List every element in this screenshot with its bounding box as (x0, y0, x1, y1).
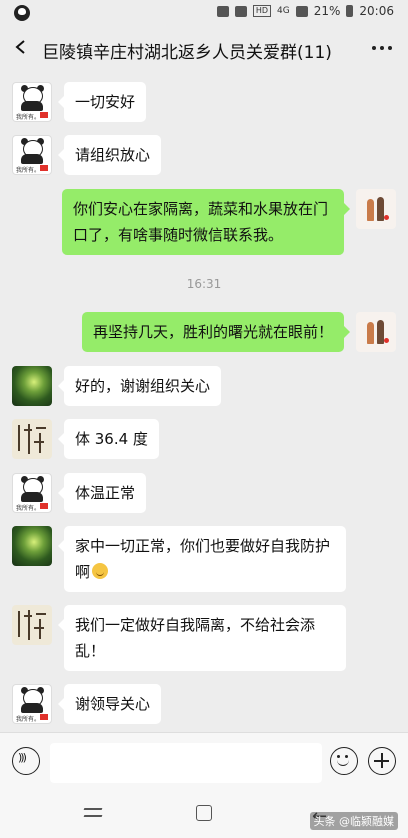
alarm-icon (234, 5, 247, 17)
message-list[interactable]: 我所有。 一切安好 我所有。 请组织放心 你们安心在家隔离，蔬菜和水果放在门口了… (0, 72, 408, 732)
plus-icon[interactable] (368, 747, 396, 775)
system-nav-bar: ← 头条 @临颍融媒 (0, 792, 408, 838)
input-bar (0, 732, 408, 793)
avatar[interactable]: 我所有。 (12, 135, 52, 175)
avatar[interactable] (12, 419, 52, 459)
message-bubble[interactable]: 一切安好 (57, 82, 147, 122)
avatar[interactable] (12, 605, 52, 645)
chat-title: 巨陵镇辛庄村湖北返乡人员关爱群(11) (42, 43, 332, 63)
message-bubble[interactable]: 体温正常 (57, 473, 147, 513)
battery-percent: 21% (313, 4, 341, 18)
chat-header: 巨陵镇辛庄村湖北返乡人员关爱群(11) (0, 26, 408, 72)
message-bubble[interactable]: 请组织放心 (57, 135, 162, 175)
status-icons: HD 4G 21% 20:06 (216, 4, 394, 18)
timestamp: 16:31 (186, 277, 222, 291)
message-input[interactable] (50, 743, 322, 783)
message-bubble[interactable]: 我们一定做好自我隔离，不给社会添乱！ (58, 605, 346, 671)
avatar[interactable] (12, 366, 52, 406)
avatar[interactable]: 我所有。 (12, 82, 52, 122)
message-bubble[interactable]: 谢领导关心 (57, 684, 162, 724)
message-bubble[interactable]: 家中一切正常，你们也要做好自我防护啊 (58, 526, 346, 592)
avatar[interactable]: 我所有。 (12, 684, 52, 724)
avatar[interactable] (356, 189, 396, 229)
voice-icon[interactable] (12, 747, 40, 775)
message-bubble[interactable]: 你们安心在家隔离，蔬菜和水果放在门口了，有啥事随时微信联系我。 (62, 189, 350, 255)
avatar[interactable]: 我所有。 (12, 473, 52, 513)
signal-icon (295, 5, 308, 17)
smile-emoji-icon (92, 563, 109, 579)
avatar[interactable] (356, 312, 396, 352)
clock: 20:06 (359, 4, 394, 18)
message-bubble[interactable]: 体 36.4 度 (58, 419, 159, 459)
network-type: 4G (277, 6, 290, 16)
message-bubble[interactable]: 再坚持几天，胜利的曙光就在眼前！ (81, 312, 351, 352)
home-icon[interactable] (196, 805, 212, 821)
notification-icon (216, 5, 229, 17)
message-bubble[interactable]: 好的，谢谢组织关心 (57, 366, 222, 406)
emoji-icon[interactable] (330, 747, 358, 775)
battery-icon (346, 5, 354, 17)
qq-icon (14, 5, 30, 21)
more-dots-icon[interactable] (372, 46, 392, 50)
watermark: 头条 @临颍融媒 (309, 812, 398, 830)
recent-apps-icon[interactable] (83, 808, 103, 822)
hd-badge: HD (252, 5, 272, 17)
avatar[interactable] (12, 526, 52, 566)
chevron-left-icon[interactable] (14, 40, 28, 54)
status-bar: HD 4G 21% 20:06 (0, 0, 408, 26)
